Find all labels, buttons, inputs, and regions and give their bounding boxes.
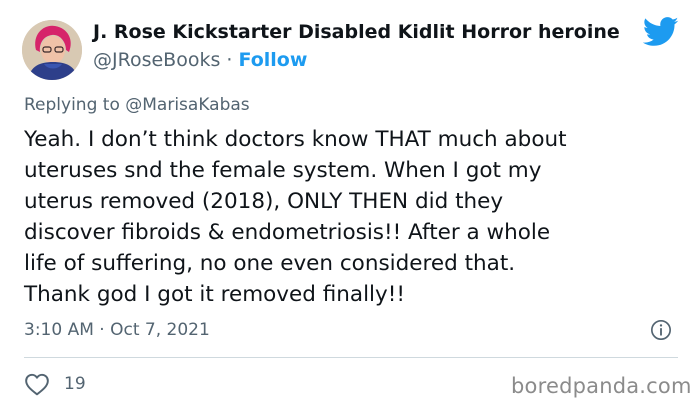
heart-icon[interactable] [24, 372, 50, 396]
watermark: boredpanda.com [511, 374, 692, 398]
tweet-text-line: discover fibroids & endometriosis!! Afte… [24, 220, 551, 245]
follow-button[interactable]: Follow [238, 49, 307, 71]
author-handle[interactable]: @JRoseBooks [93, 49, 220, 71]
info-icon[interactable] [650, 319, 672, 341]
like-count: 19 [64, 374, 86, 394]
author-handle-row: @JRoseBooks · Follow [93, 49, 307, 71]
tweet-text-line: life of suffering, no one even considere… [24, 251, 516, 276]
tweet-text-line: Thank god I got it removed finally!! [24, 282, 405, 307]
handle-separator: · [220, 49, 239, 71]
reply-to-handle[interactable]: @MarisaKabas [125, 95, 249, 115]
tweet-text-line: uterus removed (2018), ONLY THEN did the… [24, 189, 504, 214]
divider [24, 357, 678, 358]
author-display-name[interactable]: J. Rose Kickstarter Disabled Kidlit Horr… [93, 21, 620, 43]
replying-to: Replying to @MarisaKabas [24, 95, 250, 115]
reply-prefix: Replying to [24, 95, 126, 115]
twitter-bird-icon[interactable] [643, 17, 679, 47]
tweet-text: Yeah. I don’t think doctors know THAT mu… [24, 124, 684, 310]
tweet-text-line: Yeah. I don’t think doctors know THAT mu… [24, 127, 567, 152]
tweet-text-line: uteruses snd the female system. When I g… [24, 158, 542, 183]
avatar[interactable] [22, 20, 82, 80]
tweet-timestamp[interactable]: 3:10 AM · Oct 7, 2021 [24, 320, 210, 340]
tweet-card: J. Rose Kickstarter Disabled Kidlit Horr… [0, 0, 700, 410]
avatar-image [22, 20, 82, 80]
